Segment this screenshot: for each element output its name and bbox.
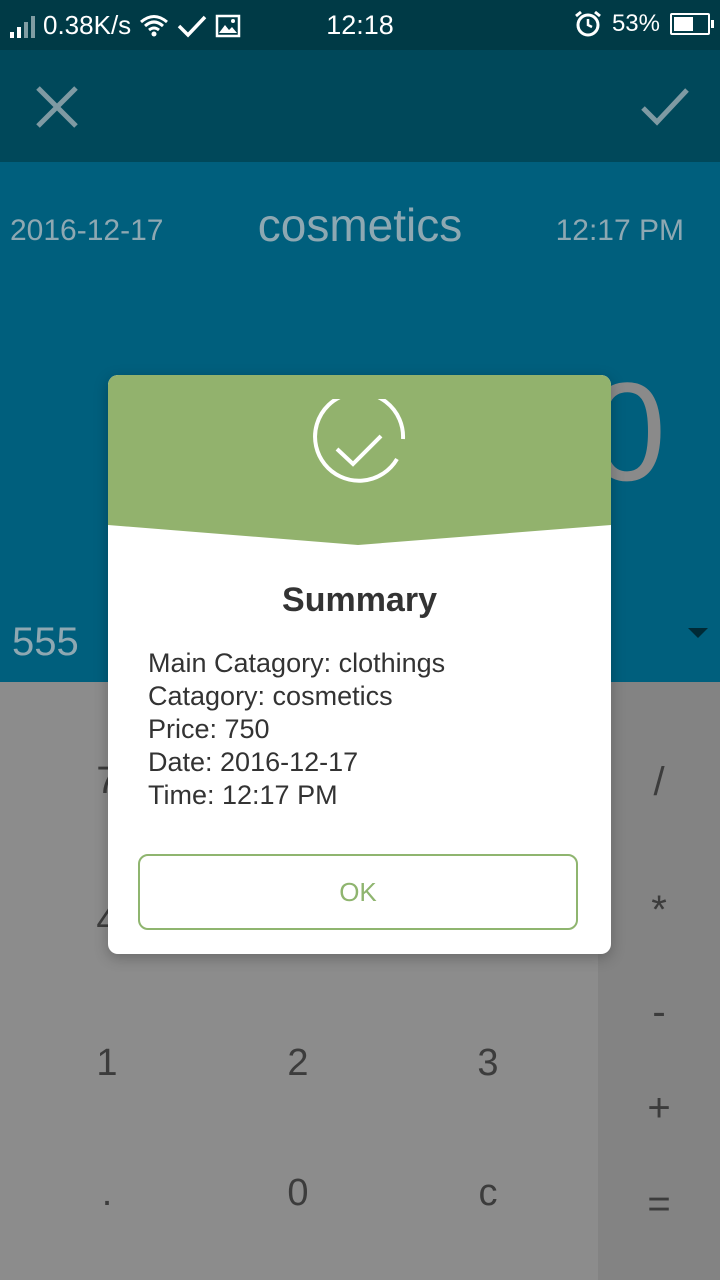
battery-percent: 53%: [611, 10, 660, 37]
key-divide[interactable]: /: [598, 760, 720, 805]
key-clear[interactable]: c: [458, 1172, 518, 1215]
alarm-icon: [575, 10, 601, 37]
key-add[interactable]: +: [598, 1086, 720, 1131]
toolbar: [0, 50, 720, 162]
dialog-message: Main Catagory: clothings Catagory: cosme…: [148, 647, 445, 812]
status-right: 53%: [574, 10, 714, 38]
status-bar: 0.38K/s 12:18 53%: [0, 0, 720, 50]
key-multiply[interactable]: *: [598, 888, 720, 933]
battery-icon: [670, 13, 714, 35]
key-subtract[interactable]: -: [598, 990, 720, 1035]
key-3[interactable]: 3: [458, 1042, 518, 1085]
summary-time: Time: 12:17 PM: [148, 780, 338, 810]
success-check-icon: [313, 399, 406, 483]
dropdown-arrow-icon[interactable]: [688, 628, 708, 638]
note-field[interactable]: 555: [12, 620, 79, 665]
key-0[interactable]: 0: [268, 1172, 328, 1215]
summary-dialog: Summary Main Catagory: clothings Catagor…: [108, 375, 611, 954]
key-equals[interactable]: =: [598, 1182, 720, 1227]
summary-main-category: Main Catagory: clothings: [148, 648, 446, 678]
operator-keypad: / * - + =: [598, 682, 720, 1280]
close-icon[interactable]: [32, 82, 82, 132]
key-decimal[interactable]: .: [77, 1172, 137, 1215]
checkmark-icon[interactable]: [640, 82, 690, 132]
summary-price: Price: 750: [148, 714, 270, 744]
summary-date: Date: 2016-12-17: [148, 747, 359, 777]
summary-category: Catagory: cosmetics: [148, 681, 393, 711]
time-field[interactable]: 12:17 PM: [556, 214, 684, 248]
dialog-title: Summary: [282, 581, 437, 619]
key-2[interactable]: 2: [268, 1042, 328, 1085]
key-1[interactable]: 1: [77, 1042, 137, 1085]
ok-button[interactable]: OK: [138, 854, 578, 930]
